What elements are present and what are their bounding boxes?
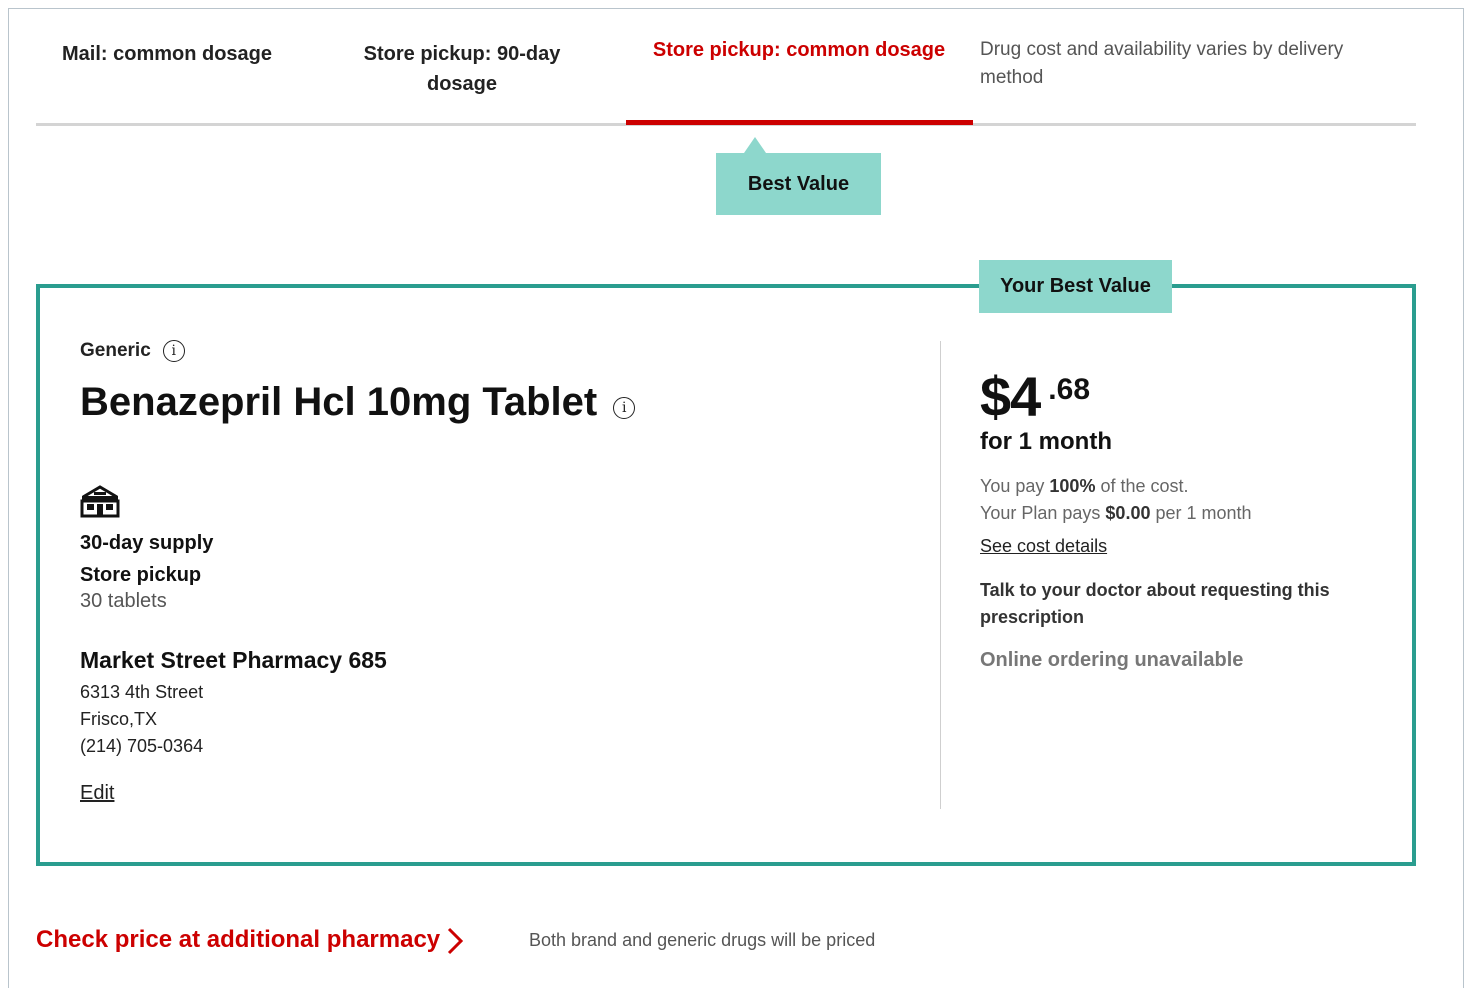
store-icon xyxy=(80,485,120,518)
you-pay-percent: 100% xyxy=(1049,476,1096,496)
pharmacy-city: Frisco,TX xyxy=(80,709,158,729)
see-cost-details-link[interactable]: See cost details xyxy=(980,536,1107,557)
info-icon[interactable]: i xyxy=(162,340,185,362)
best-value-flag: Best Value xyxy=(716,137,881,215)
pharmacy-name: Market Street Pharmacy 685 xyxy=(80,647,387,673)
talk-to-doctor-note: Talk to your doctor about requesting thi… xyxy=(980,580,1330,627)
check-link-label: Check price at additional pharmacy xyxy=(36,926,441,953)
you-pay-prefix: You pay xyxy=(980,476,1050,496)
check-additional-pharmacy-link[interactable]: Check price at additional pharmacy xyxy=(36,924,464,956)
chevron-right-icon xyxy=(448,927,464,955)
price-period: for 1 month xyxy=(980,428,1112,455)
supply-info: 30-day supply Store pickup xyxy=(80,527,213,591)
card-column-divider xyxy=(940,341,941,809)
your-best-value-label: Your Best Value xyxy=(1000,275,1151,297)
drug-name: Benazepril Hcl 10mg Tablet xyxy=(80,380,598,424)
drug-info-icon[interactable]: i xyxy=(613,396,636,419)
best-value-label: Best Value xyxy=(747,172,850,195)
plan-pays-amount: $0.00 xyxy=(1105,503,1151,523)
drug-title: Benazepril Hcl 10mg Tablet i xyxy=(80,380,636,425)
tab-mail-common-dosage[interactable]: Mail: common dosage xyxy=(36,39,298,69)
pricing-note: Both brand and generic drugs will be pri… xyxy=(529,930,876,950)
plan-pays-prefix: Your Plan pays xyxy=(980,503,1106,523)
you-pay-line: You pay 100% of the cost. xyxy=(980,473,1252,500)
pharmacy-phone: (214) 705-0364 xyxy=(80,736,204,756)
plan-pays-suffix: per 1 month xyxy=(1150,503,1252,523)
tab-store-pickup-common-dosage[interactable]: Store pickup: common dosage xyxy=(626,35,972,65)
delivery-tabs: Mail: common dosage Store pickup: 90-day… xyxy=(36,24,1416,126)
price-dollars: $4 xyxy=(980,365,1041,428)
tablet-quantity: 30 tablets xyxy=(80,590,167,612)
generic-row: Generic i xyxy=(80,340,185,362)
edit-pharmacy-link[interactable]: Edit xyxy=(80,782,114,805)
plan-pays-line: Your Plan pays $0.00 per 1 month xyxy=(980,500,1252,527)
price-cents: .68 xyxy=(1048,373,1091,406)
your-best-value-tag: Your Best Value xyxy=(979,260,1172,313)
cost-breakdown: You pay 100% of the cost. Your Plan pays… xyxy=(980,473,1252,527)
online-ordering-status: Online ordering unavailable xyxy=(980,649,1244,671)
you-pay-suffix: of the cost. xyxy=(1095,476,1189,496)
drug-type-label: Generic xyxy=(80,340,151,361)
tab-store-pickup-90-day[interactable]: Store pickup: 90-day dosage xyxy=(326,39,598,99)
pharmacy-street: 6313 4th Street xyxy=(80,682,204,702)
supply-days: 30-day supply xyxy=(80,532,214,554)
price: $4 .68 xyxy=(980,364,1090,430)
active-tab-indicator xyxy=(626,120,973,125)
best-value-card xyxy=(36,284,1416,866)
delivery-type: Store pickup xyxy=(80,564,202,586)
delivery-method-note: Drug cost and availability varies by del… xyxy=(980,39,1344,88)
pharmacy-address: 6313 4th Street Frisco,TX (214) 705-0364 xyxy=(80,679,203,760)
